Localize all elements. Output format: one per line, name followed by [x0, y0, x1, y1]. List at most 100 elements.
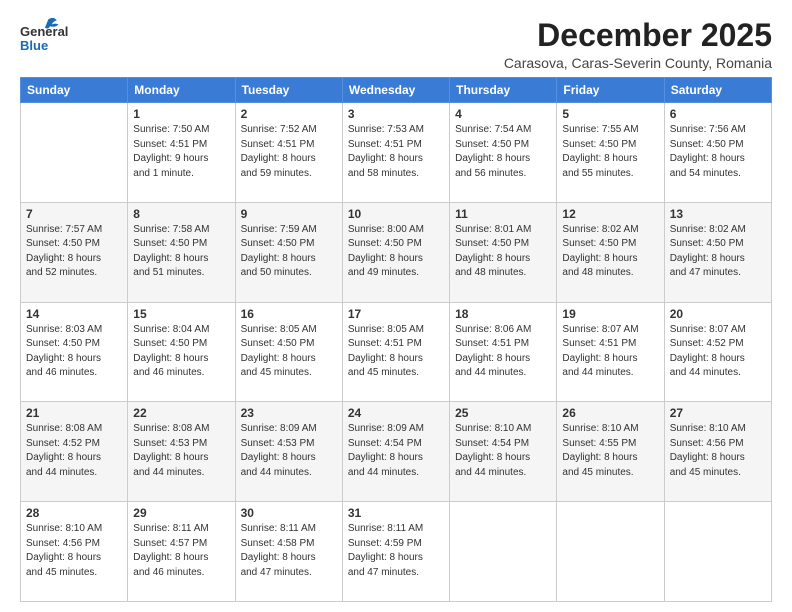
week-row-3: 14 Sunrise: 8:03 AM Sunset: 4:50 PM Dayli… — [21, 302, 772, 402]
day-info: Sunrise: 8:06 AM Sunset: 4:51 PM Dayligh… — [455, 323, 551, 381]
calendar-cell — [557, 502, 664, 602]
calendar-cell: 17 Sunrise: 8:05 AM Sunset: 4:51 PM Dayli… — [342, 302, 449, 402]
day-info: Sunrise: 7:56 AM Sunset: 4:50 PM Dayligh… — [670, 123, 766, 181]
calendar-cell: 12Sunrise: 8:02 AM Sunset: 4:50 PM Dayli… — [557, 202, 664, 302]
day-info: Sunrise: 8:00 AM Sunset: 4:50 PM Dayligh… — [348, 223, 444, 281]
day-number: 23 — [241, 406, 337, 420]
subtitle: Carasova, Caras-Severin County, Romania — [504, 55, 772, 71]
day-info: Sunrise: 8:02 AM Sunset: 4:50 PM Dayligh… — [670, 223, 766, 281]
calendar-cell: 30Sunrise: 8:11 AM Sunset: 4:58 PM Dayli… — [235, 502, 342, 602]
weekday-header-thursday: Thursday — [450, 78, 557, 103]
calendar-cell: 22 Sunrise: 8:08 AM Sunset: 4:53 PM Dayli… — [128, 402, 235, 502]
day-info: Sunrise: 8:02 AM Sunset: 4:50 PM Dayligh… — [562, 223, 658, 281]
day-info: Sunrise: 8:10 AM Sunset: 4:56 PM Dayligh… — [26, 522, 122, 580]
calendar-cell: 2 Sunrise: 7:52 AM Sunset: 4:51 PM Daylig… — [235, 103, 342, 203]
calendar-cell — [450, 502, 557, 602]
day-info: Sunrise: 8:11 AM Sunset: 4:58 PM Dayligh… — [241, 522, 337, 580]
day-info: Sunrise: 8:09 AM Sunset: 4:53 PM Dayligh… — [241, 422, 337, 480]
day-number: 17 — [348, 307, 444, 321]
calendar-cell: 10 Sunrise: 8:00 AM Sunset: 4:50 PM Dayli… — [342, 202, 449, 302]
calendar-cell: 24 Sunrise: 8:09 AM Sunset: 4:54 PM Dayli… — [342, 402, 449, 502]
day-number: 1 — [133, 107, 229, 121]
day-number: 2 — [241, 107, 337, 121]
day-info: Sunrise: 8:11 AM Sunset: 4:57 PM Dayligh… — [133, 522, 229, 580]
weekday-header-wednesday: Wednesday — [342, 78, 449, 103]
day-info: Sunrise: 7:57 AM Sunset: 4:50 PM Dayligh… — [26, 223, 122, 281]
weekday-header-monday: Monday — [128, 78, 235, 103]
weekday-header-sunday: Sunday — [21, 78, 128, 103]
day-number: 31 — [348, 506, 444, 520]
logo: General Blue — [20, 18, 68, 65]
calendar-cell: 14 Sunrise: 8:03 AM Sunset: 4:50 PM Dayli… — [21, 302, 128, 402]
calendar-cell: 15Sunrise: 8:04 AM Sunset: 4:50 PM Dayli… — [128, 302, 235, 402]
weekday-header-tuesday: Tuesday — [235, 78, 342, 103]
day-info: Sunrise: 8:01 AM Sunset: 4:50 PM Dayligh… — [455, 223, 551, 281]
calendar-cell — [664, 502, 771, 602]
weekday-header-friday: Friday — [557, 78, 664, 103]
day-number: 3 — [348, 107, 444, 121]
calendar-cell: 20 Sunrise: 8:07 AM Sunset: 4:52 PM Dayli… — [664, 302, 771, 402]
day-info: Sunrise: 8:05 AM Sunset: 4:50 PM Dayligh… — [241, 323, 337, 381]
day-number: 7 — [26, 207, 122, 221]
calendar-cell: 8Sunrise: 7:58 AM Sunset: 4:50 PM Daylig… — [128, 202, 235, 302]
calendar-cell: 26Sunrise: 8:10 AM Sunset: 4:55 PM Dayli… — [557, 402, 664, 502]
calendar-cell: 16Sunrise: 8:05 AM Sunset: 4:50 PM Dayli… — [235, 302, 342, 402]
day-number: 5 — [562, 107, 658, 121]
day-number: 14 — [26, 307, 122, 321]
day-number: 10 — [348, 207, 444, 221]
day-info: Sunrise: 7:54 AM Sunset: 4:50 PM Dayligh… — [455, 123, 551, 181]
calendar-cell: 21 Sunrise: 8:08 AM Sunset: 4:52 PM Dayli… — [21, 402, 128, 502]
calendar-cell: 23 Sunrise: 8:09 AM Sunset: 4:53 PM Dayli… — [235, 402, 342, 502]
day-number: 21 — [26, 406, 122, 420]
day-info: Sunrise: 8:11 AM Sunset: 4:59 PM Dayligh… — [348, 522, 444, 580]
day-number: 11 — [455, 207, 551, 221]
calendar-cell: 7 Sunrise: 7:57 AM Sunset: 4:50 PM Daylig… — [21, 202, 128, 302]
day-info: Sunrise: 7:50 AM Sunset: 4:51 PM Dayligh… — [133, 123, 229, 181]
calendar-cell: 11 Sunrise: 8:01 AM Sunset: 4:50 PM Dayli… — [450, 202, 557, 302]
week-row-4: 21 Sunrise: 8:08 AM Sunset: 4:52 PM Dayli… — [21, 402, 772, 502]
page: General Blue December 2025 Carasova, Car… — [0, 0, 792, 612]
calendar-table: SundayMondayTuesdayWednesdayThursdayFrid… — [20, 77, 772, 602]
calendar-cell: 13 Sunrise: 8:02 AM Sunset: 4:50 PM Dayli… — [664, 202, 771, 302]
day-info: Sunrise: 8:03 AM Sunset: 4:50 PM Dayligh… — [26, 323, 122, 381]
day-info: Sunrise: 8:07 AM Sunset: 4:51 PM Dayligh… — [562, 323, 658, 381]
day-number: 22 — [133, 406, 229, 420]
day-number: 13 — [670, 207, 766, 221]
day-info: Sunrise: 7:52 AM Sunset: 4:51 PM Dayligh… — [241, 123, 337, 181]
day-number: 9 — [241, 207, 337, 221]
day-number: 25 — [455, 406, 551, 420]
day-info: Sunrise: 8:10 AM Sunset: 4:54 PM Dayligh… — [455, 422, 551, 480]
day-number: 20 — [670, 307, 766, 321]
day-info: Sunrise: 7:55 AM Sunset: 4:50 PM Dayligh… — [562, 123, 658, 181]
day-info: Sunrise: 7:58 AM Sunset: 4:50 PM Dayligh… — [133, 223, 229, 281]
calendar-cell: 31 Sunrise: 8:11 AM Sunset: 4:59 PM Dayli… — [342, 502, 449, 602]
day-info: Sunrise: 8:04 AM Sunset: 4:50 PM Dayligh… — [133, 323, 229, 381]
day-info: Sunrise: 8:10 AM Sunset: 4:55 PM Dayligh… — [562, 422, 658, 480]
week-row-2: 7 Sunrise: 7:57 AM Sunset: 4:50 PM Daylig… — [21, 202, 772, 302]
header: General Blue December 2025 Carasova, Car… — [20, 18, 772, 71]
calendar-cell: 28Sunrise: 8:10 AM Sunset: 4:56 PM Dayli… — [21, 502, 128, 602]
day-info: Sunrise: 8:07 AM Sunset: 4:52 PM Dayligh… — [670, 323, 766, 381]
day-number: 4 — [455, 107, 551, 121]
day-info: Sunrise: 7:53 AM Sunset: 4:51 PM Dayligh… — [348, 123, 444, 181]
day-info: Sunrise: 8:09 AM Sunset: 4:54 PM Dayligh… — [348, 422, 444, 480]
week-row-1: 1 Sunrise: 7:50 AM Sunset: 4:51 PM Daylig… — [21, 103, 772, 203]
day-number: 24 — [348, 406, 444, 420]
day-info: Sunrise: 8:08 AM Sunset: 4:52 PM Dayligh… — [26, 422, 122, 480]
svg-text:Blue: Blue — [20, 38, 48, 53]
calendar-cell — [21, 103, 128, 203]
weekday-header-saturday: Saturday — [664, 78, 771, 103]
day-info: Sunrise: 8:05 AM Sunset: 4:51 PM Dayligh… — [348, 323, 444, 381]
day-info: Sunrise: 8:08 AM Sunset: 4:53 PM Dayligh… — [133, 422, 229, 480]
day-number: 19 — [562, 307, 658, 321]
day-number: 29 — [133, 506, 229, 520]
logo-icon: General Blue — [20, 18, 68, 60]
calendar-cell: 19 Sunrise: 8:07 AM Sunset: 4:51 PM Dayli… — [557, 302, 664, 402]
calendar-cell: 6 Sunrise: 7:56 AM Sunset: 4:50 PM Daylig… — [664, 103, 771, 203]
calendar-cell: 4 Sunrise: 7:54 AM Sunset: 4:50 PM Daylig… — [450, 103, 557, 203]
day-number: 6 — [670, 107, 766, 121]
calendar-cell: 29 Sunrise: 8:11 AM Sunset: 4:57 PM Dayli… — [128, 502, 235, 602]
calendar-cell: 27Sunrise: 8:10 AM Sunset: 4:56 PM Dayli… — [664, 402, 771, 502]
day-number: 18 — [455, 307, 551, 321]
calendar-cell: 18 Sunrise: 8:06 AM Sunset: 4:51 PM Dayli… — [450, 302, 557, 402]
